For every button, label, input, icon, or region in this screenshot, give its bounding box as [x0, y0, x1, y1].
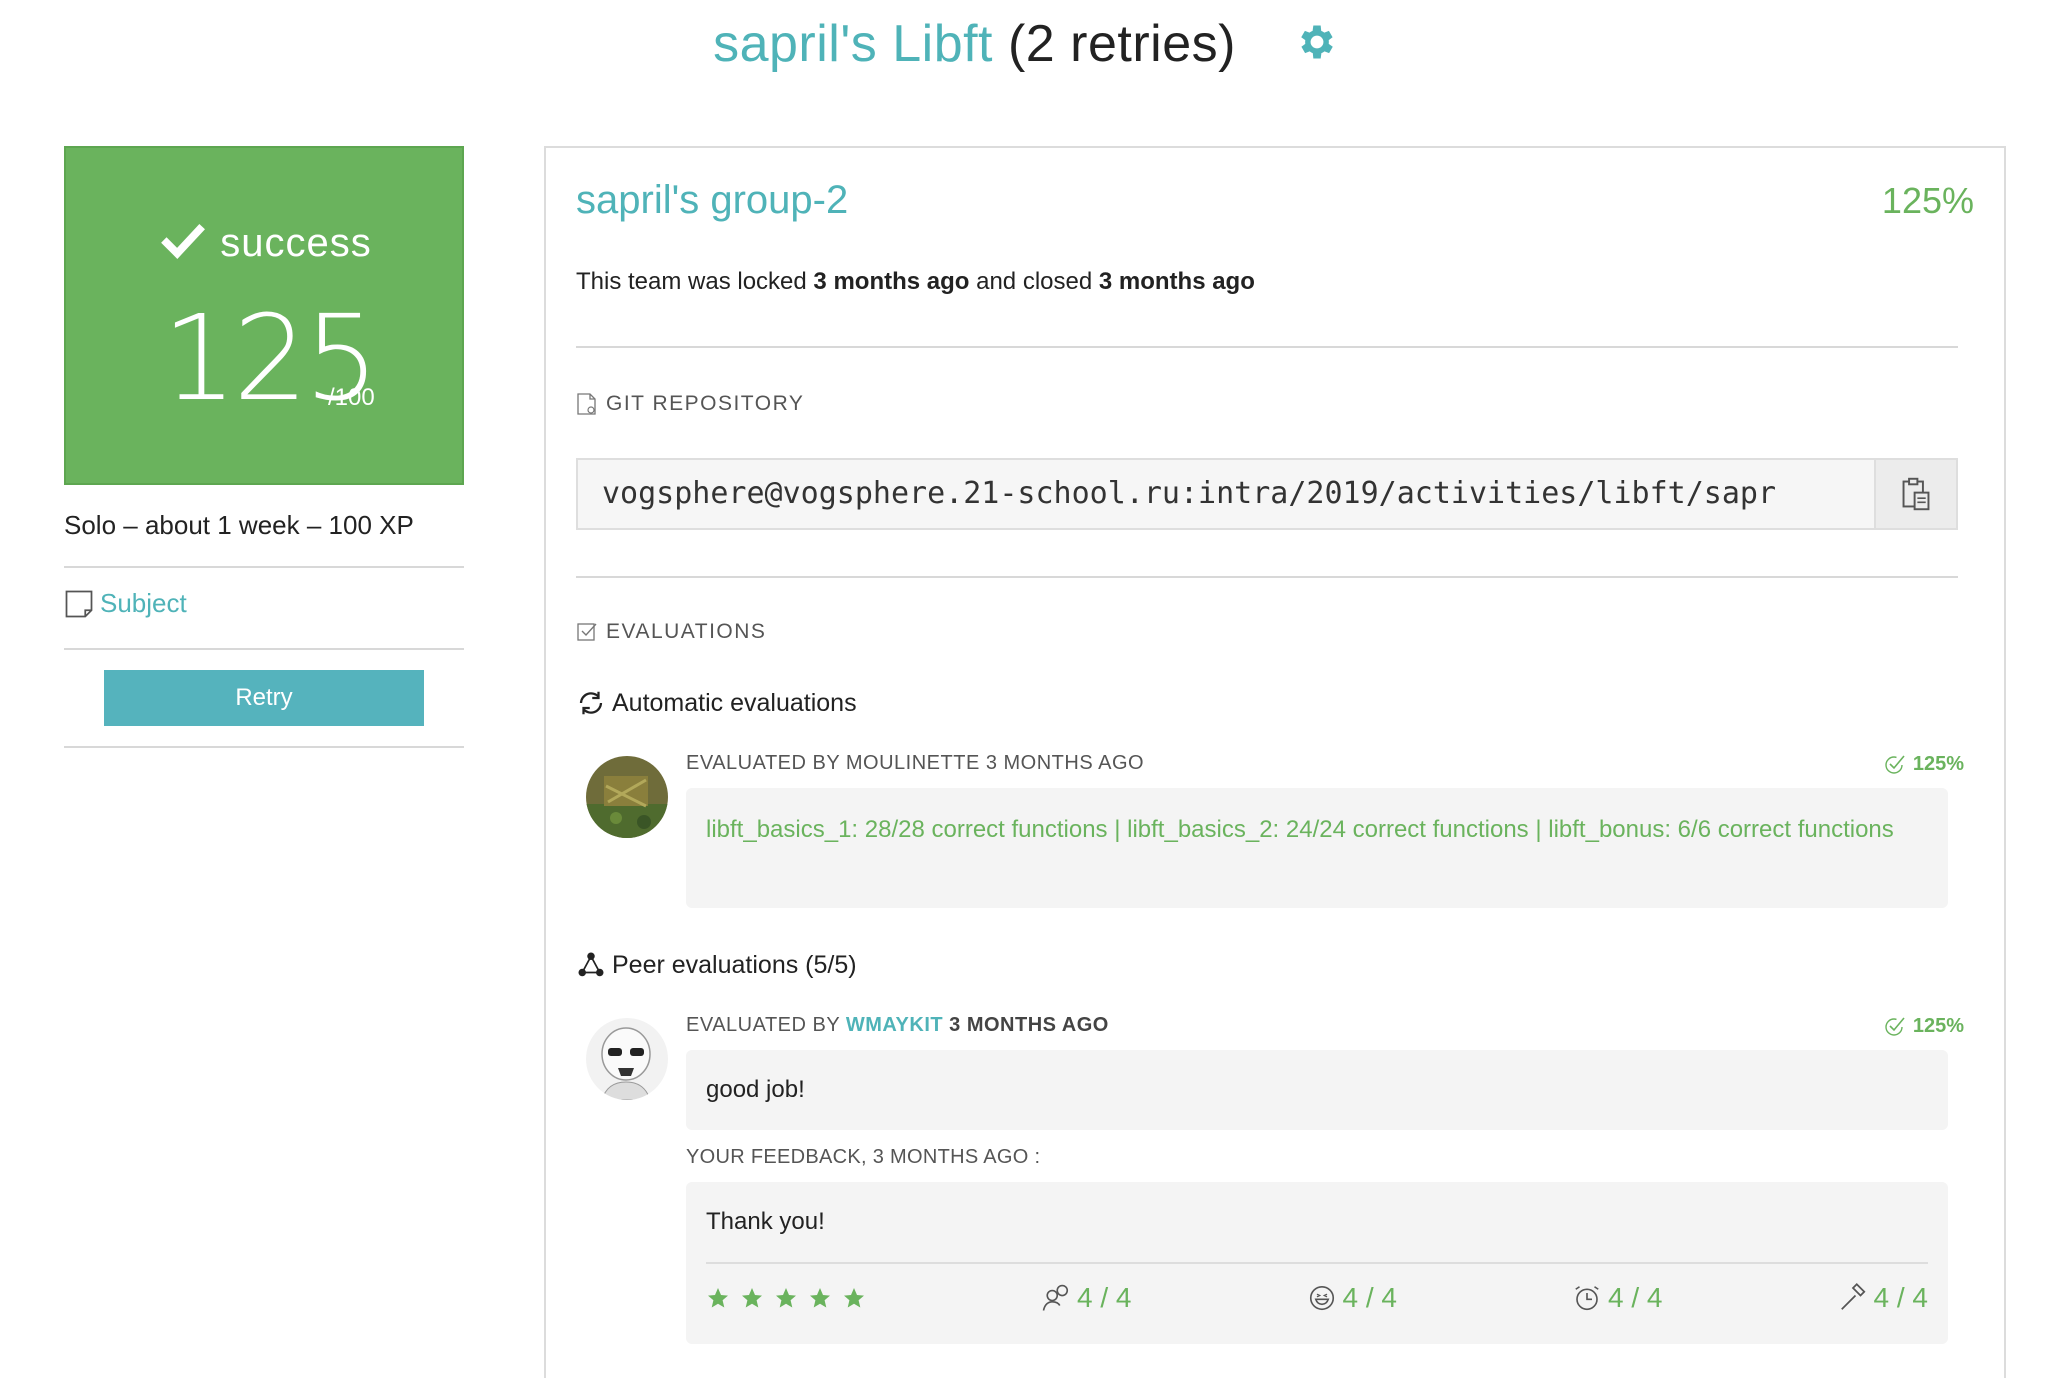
peer-eval-time: 3 MONTHS AGO	[943, 1014, 1109, 1036]
status-label: success	[66, 220, 466, 266]
rating-value: 4 / 4	[1077, 1282, 1132, 1313]
rating-value: 4 / 4	[1342, 1282, 1397, 1313]
star-icon	[776, 1288, 796, 1308]
retries-count: (2 retries)	[1007, 15, 1236, 73]
smile-icon	[1309, 1285, 1334, 1311]
clipboard-icon	[1902, 477, 1930, 511]
project-meta: Solo – about 1 week – 100 XP	[64, 510, 414, 540]
git-url[interactable]: vogsphere@vogsphere.21-school.ru:intra/2…	[578, 460, 1874, 528]
divider	[576, 346, 1958, 348]
project-title-link[interactable]: sapril's Libft	[713, 15, 993, 73]
rating-rigor: 4 / 4	[1838, 1282, 1928, 1314]
closed-prefix: and closed	[969, 268, 1099, 295]
rating-interested: 4 / 4	[1041, 1282, 1132, 1314]
clock-icon	[1575, 1286, 1599, 1311]
retry-button[interactable]: Retry	[104, 670, 424, 726]
checkbox-icon	[577, 623, 597, 641]
git-repo-field[interactable]: vogsphere@vogsphere.21-school.ru:intra/2…	[576, 458, 1958, 530]
auto-eval-message: libft_basics_1: 28/28 correct functions …	[686, 788, 1948, 908]
evaluator-login-link[interactable]: WMAYKIT	[846, 1014, 943, 1036]
peer-eval-header: EVALUATED BY WMAYKIT 3 MONTHS AGO	[686, 1014, 1109, 1037]
auto-eval-percent: 125%	[1883, 752, 1964, 776]
copy-button[interactable]	[1874, 460, 1956, 528]
feedback-ratings: 4 / 4 4 / 4 4 / 4 4 / 4	[706, 1278, 1928, 1318]
hammer-icon	[1840, 1283, 1866, 1310]
peer-eval-message: good job!	[686, 1050, 1948, 1130]
avatar[interactable]	[586, 1018, 668, 1100]
check-icon	[161, 223, 206, 259]
check-circle-icon	[1885, 755, 1905, 774]
peer-header-prefix: EVALUATED BY	[686, 1014, 846, 1036]
divider	[706, 1262, 1928, 1264]
git-file-icon	[577, 393, 596, 415]
peer-evaluations-title: Peer evaluations (5/5)	[576, 950, 857, 980]
document-icon	[65, 590, 93, 617]
peer-eval-percent: 125%	[1883, 1014, 1964, 1038]
subject-label: Subject	[100, 588, 187, 618]
star-icon	[742, 1288, 762, 1308]
closed-time: 3 months ago	[1098, 268, 1255, 295]
status-text: success	[220, 221, 372, 265]
divider	[64, 648, 464, 650]
check-circle-icon	[1885, 1017, 1905, 1036]
team-card: sapril's group-2 125% This team was lock…	[544, 146, 2006, 1378]
divider	[64, 566, 464, 568]
git-label-text: GIT REPOSITORY	[606, 392, 805, 415]
peer-title-text: Peer evaluations (5/5)	[612, 950, 857, 979]
auto-percent-text: 125%	[1912, 752, 1964, 775]
locked-prefix: This team was locked	[576, 268, 814, 295]
team-percent: 125%	[1881, 180, 1974, 221]
avatar[interactable]	[586, 756, 668, 838]
feedback-box: Thank you! 4 / 4 4 / 4 4 / 4 4 / 4	[686, 1182, 1948, 1344]
max-score: /100	[328, 384, 375, 411]
auto-eval-header: EVALUATED BY MOULINETTE 3 MONTHS AGO	[686, 752, 1145, 774]
git-section-label: GIT REPOSITORY	[576, 392, 804, 416]
network-icon	[578, 952, 604, 977]
subject-link[interactable]: Subject	[64, 588, 187, 619]
rating-value: 4 / 4	[1873, 1282, 1928, 1313]
rating-punctuality: 4 / 4	[1572, 1282, 1663, 1314]
divider	[576, 576, 1958, 578]
interested-icon	[1042, 1284, 1069, 1311]
gear-icon[interactable]	[1295, 20, 1339, 64]
feedback-text: Thank you!	[706, 1208, 825, 1235]
team-status-text: This team was locked 3 months ago and cl…	[576, 268, 1255, 296]
star-icon	[810, 1288, 830, 1308]
locked-time: 3 months ago	[813, 268, 970, 295]
star-rating	[706, 1286, 866, 1310]
team-name[interactable]: sapril's group-2	[576, 178, 848, 223]
peer-percent-text: 125%	[1912, 1014, 1964, 1037]
refresh-icon	[579, 691, 603, 715]
evaluations-label-text: EVALUATIONS	[606, 620, 767, 643]
automatic-evaluations-title: Automatic evaluations	[576, 688, 857, 718]
star-icon	[708, 1288, 728, 1308]
feedback-label: YOUR FEEDBACK, 3 MONTHS AGO :	[686, 1146, 1041, 1168]
status-box: success 125 /100	[64, 146, 464, 485]
evaluations-section-label: EVALUATIONS	[576, 620, 766, 644]
automatic-title-text: Automatic evaluations	[612, 688, 857, 717]
divider	[64, 746, 464, 748]
star-icon	[844, 1288, 864, 1308]
rating-value: 4 / 4	[1608, 1282, 1663, 1313]
page-title: sapril's Libft (2 retries)	[14, 8, 2038, 80]
rating-nice: 4 / 4	[1307, 1282, 1397, 1314]
page: sapril's Libft (2 retries) success 125 /…	[14, 0, 2038, 1378]
